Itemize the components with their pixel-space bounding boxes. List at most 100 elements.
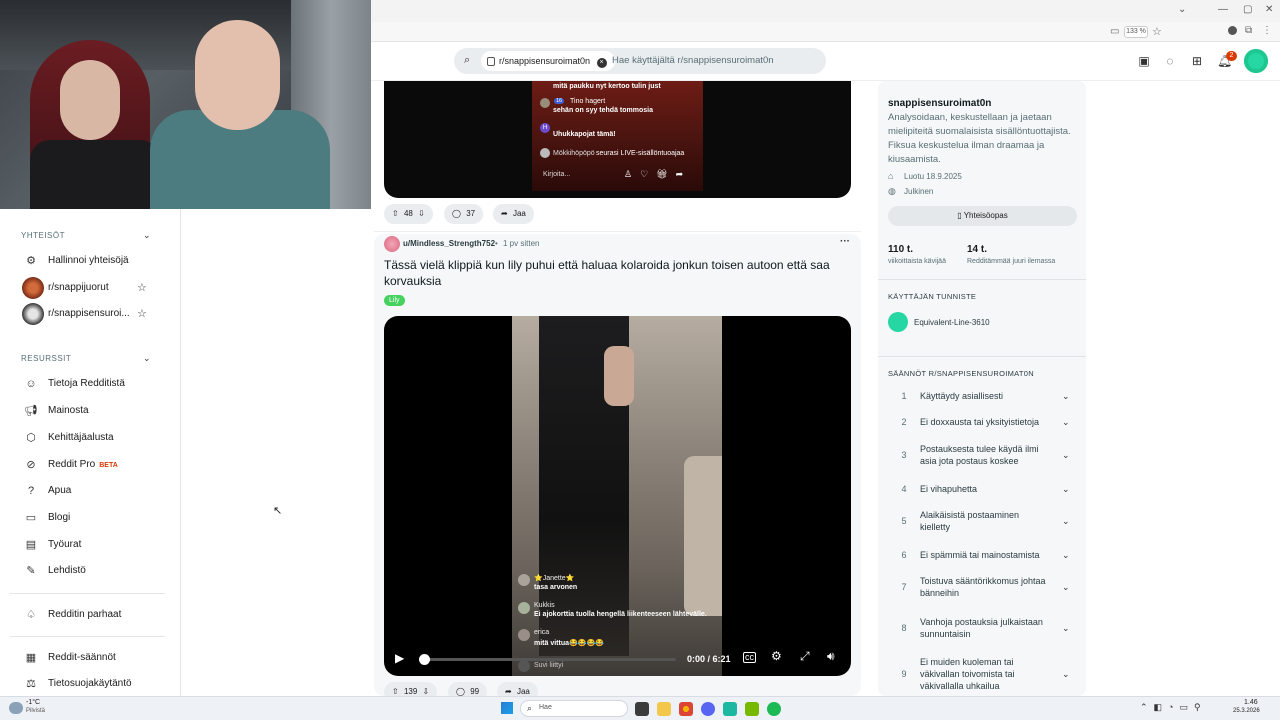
favorite-star-icon[interactable]: ☆ bbox=[137, 278, 147, 298]
sidebar-item-about-reddit[interactable]: ☺ Tietoja Redditistä bbox=[20, 374, 170, 394]
clear-chip-icon[interactable]: × bbox=[596, 58, 607, 68]
upvote-icon[interactable]: ⇧ bbox=[392, 687, 399, 696]
sidebar-item-privacy-policy[interactable]: ⚖ Tietosuojakäytäntö bbox=[20, 674, 170, 694]
sidebar-item-manage-communities[interactable]: ⚙ Hallinnoi yhteisöjä bbox=[20, 251, 170, 271]
sidebar-item-reddit-pro[interactable]: ⊘ Reddit Pro BETA bbox=[20, 455, 170, 475]
sidebar-item-developer-platform[interactable]: ⬡ Kehittäjäalusta bbox=[20, 428, 170, 448]
chevron-down-icon[interactable]: ⌄ bbox=[1062, 668, 1070, 680]
search-bar[interactable]: ⌕ r/snappisensuroimat0n × Hae käyttäjält… bbox=[454, 48, 826, 74]
maximize-button[interactable]: ▢ bbox=[1243, 4, 1252, 15]
favorite-star-icon[interactable]: ☆ bbox=[137, 304, 147, 324]
video-player[interactable]: ⭐Janette⭐ tasa arvonen Kukkis Ei ajokort… bbox=[384, 316, 851, 676]
app-icon[interactable] bbox=[723, 702, 737, 716]
fullscreen-icon[interactable]: ⤢ bbox=[800, 649, 810, 664]
comments-button[interactable]: ◯ 37 bbox=[444, 204, 484, 224]
guide-button-label: Yhteisöopas bbox=[963, 211, 1008, 220]
sidebar-item-blog[interactable]: ▭ Blogi bbox=[20, 508, 170, 528]
chevron-down-icon[interactable]: ⌄ bbox=[1062, 390, 1070, 402]
sidebar-item-help[interactable]: ? Apua bbox=[20, 481, 170, 501]
share-button[interactable]: ➦ Jaa bbox=[497, 682, 538, 696]
sidebar-item-label: Apua bbox=[48, 485, 72, 496]
weekly-visitors-value: 110 t. bbox=[888, 244, 914, 255]
community-guide-button[interactable]: ▯ Yhteisöopas bbox=[888, 206, 1077, 226]
taskbar-search[interactable]: ⌕ Hae bbox=[520, 700, 628, 717]
vote-pill: ⇧ 48 ⇩ bbox=[384, 204, 433, 224]
sidebar-item-snappisensuroimat0n[interactable]: r/snappisensuroi... ☆ bbox=[20, 303, 170, 325]
menu-icon[interactable]: ⋮ bbox=[1262, 25, 1272, 36]
chevron-up-icon[interactable]: ⌄ bbox=[143, 230, 151, 241]
progress-handle[interactable] bbox=[419, 654, 430, 665]
settings-gear-icon[interactable]: ⚙ bbox=[771, 649, 782, 663]
post-author[interactable]: u/Mindless_Strength752 bbox=[403, 239, 495, 248]
flair-username[interactable]: Equivalent-Line-3610 bbox=[914, 318, 990, 327]
screen-icon[interactable]: ▭ bbox=[1110, 26, 1119, 37]
video-frame-arm bbox=[604, 346, 634, 406]
downvote-icon[interactable]: ⇩ bbox=[418, 209, 425, 218]
comment-avatar bbox=[518, 574, 530, 586]
close-button[interactable]: ✕ bbox=[1265, 4, 1273, 15]
weather-icon[interactable] bbox=[9, 702, 23, 714]
sidebar-item-press[interactable]: ✎ Lehdistö bbox=[20, 561, 170, 581]
author-avatar[interactable] bbox=[384, 236, 400, 252]
comment-icon: ◯ bbox=[452, 209, 461, 218]
sidebar-item-best-of-reddit[interactable]: ♤ Redditin parhaat bbox=[20, 605, 170, 625]
active-users-value: 14 t. bbox=[967, 244, 988, 255]
chevron-down-icon[interactable]: ⌄ bbox=[1062, 515, 1070, 527]
captions-icon[interactable]: cc bbox=[743, 652, 756, 663]
spotify-icon[interactable] bbox=[767, 702, 781, 716]
chevron-down-icon[interactable]: ⌄ bbox=[1062, 622, 1070, 634]
task-view-icon[interactable] bbox=[635, 702, 649, 716]
chat-icon[interactable]: ◌ bbox=[1163, 54, 1177, 68]
minimize-button[interactable]: — bbox=[1218, 4, 1228, 15]
file-explorer-icon[interactable] bbox=[657, 702, 671, 716]
community-avatar bbox=[22, 277, 44, 299]
briefcase-icon: ▤ bbox=[25, 539, 37, 551]
chevron-up-icon[interactable]: ⌄ bbox=[143, 353, 151, 364]
post-time: 1 pv sitten bbox=[503, 239, 540, 248]
live-actions-icons[interactable]: ♙♡🎁︎➦ bbox=[624, 169, 691, 180]
chevron-down-icon[interactable]: ⌄ bbox=[1062, 449, 1070, 461]
comment-input-placeholder[interactable]: Kirjoita... bbox=[543, 171, 570, 178]
sidebar-item-careers[interactable]: ▤ Työurat bbox=[20, 535, 170, 555]
more-options-icon[interactable]: ··· bbox=[840, 236, 850, 247]
windows-start-icon[interactable] bbox=[501, 702, 513, 714]
progress-track[interactable] bbox=[419, 654, 676, 665]
comment-count: 99 bbox=[470, 687, 480, 696]
profile-icon[interactable] bbox=[1228, 26, 1237, 35]
discord-icon[interactable] bbox=[701, 702, 715, 716]
play-icon[interactable]: ▶ bbox=[395, 651, 404, 665]
upvote-icon[interactable]: ⇧ bbox=[392, 209, 399, 218]
share-button[interactable]: ➦ Jaa bbox=[493, 204, 534, 224]
comment-user: ⭐Janette⭐ bbox=[534, 575, 575, 582]
zoom-indicator[interactable]: 133 % bbox=[1124, 26, 1148, 38]
sidebar-item-label: Mainosta bbox=[48, 405, 89, 416]
rule-text: Alaikäisistä postaaminen kielletty bbox=[920, 510, 1020, 532]
chevron-down-icon[interactable]: ⌄ bbox=[1062, 416, 1070, 428]
sidebar-item-snappijuorut[interactable]: r/snappijuorut ☆ bbox=[20, 277, 170, 299]
chevron-down-icon[interactable]: ⌄ bbox=[1062, 483, 1070, 495]
create-post-icon[interactable]: ⊞ bbox=[1190, 54, 1204, 68]
chrome-icon[interactable] bbox=[679, 702, 693, 716]
volume-icon[interactable]: 🔊︎ bbox=[827, 649, 835, 664]
downvote-icon[interactable]: ⇩ bbox=[423, 687, 430, 696]
advertise-icon[interactable]: ▣ bbox=[1137, 54, 1151, 68]
chevron-down-icon[interactable]: ⌄ bbox=[1062, 581, 1070, 593]
post-media-image[interactable]: mitä paukku nyt kertoo tulin just 16 Tin… bbox=[384, 81, 851, 198]
live-comment: sehän on syy tehdä tommosia bbox=[553, 107, 653, 114]
system-tray-icons[interactable]: ⌃◧◔▭⚲ bbox=[1140, 702, 1207, 713]
sidebar-item-reddit-rules[interactable]: ▦ Reddit-säännöt bbox=[20, 648, 170, 668]
sidebar-item-advertise[interactable]: 📢︎ Mainosta bbox=[20, 401, 170, 421]
comments-button[interactable]: ◯ 99 bbox=[448, 682, 488, 696]
bookmark-star-icon[interactable]: ☆ bbox=[1152, 25, 1162, 38]
chevron-down-icon[interactable]: ⌄ bbox=[1062, 549, 1070, 561]
user-avatar[interactable] bbox=[1244, 49, 1268, 73]
divider bbox=[878, 356, 1086, 357]
extensions-icon[interactable]: ⧉ bbox=[1245, 25, 1252, 36]
chip-label: r/snappisensuroimat0n bbox=[499, 56, 591, 66]
post-title[interactable]: Tässä vielä klippiä kun lily puhui että … bbox=[384, 257, 854, 289]
vote-count: 139 bbox=[403, 687, 418, 696]
post-flair[interactable]: Lily bbox=[384, 295, 405, 306]
chevron-down-icon[interactable]: ⌄ bbox=[1178, 4, 1186, 15]
community-chip[interactable]: r/snappisensuroimat0n × bbox=[481, 51, 615, 71]
nvidia-icon[interactable] bbox=[745, 702, 759, 716]
